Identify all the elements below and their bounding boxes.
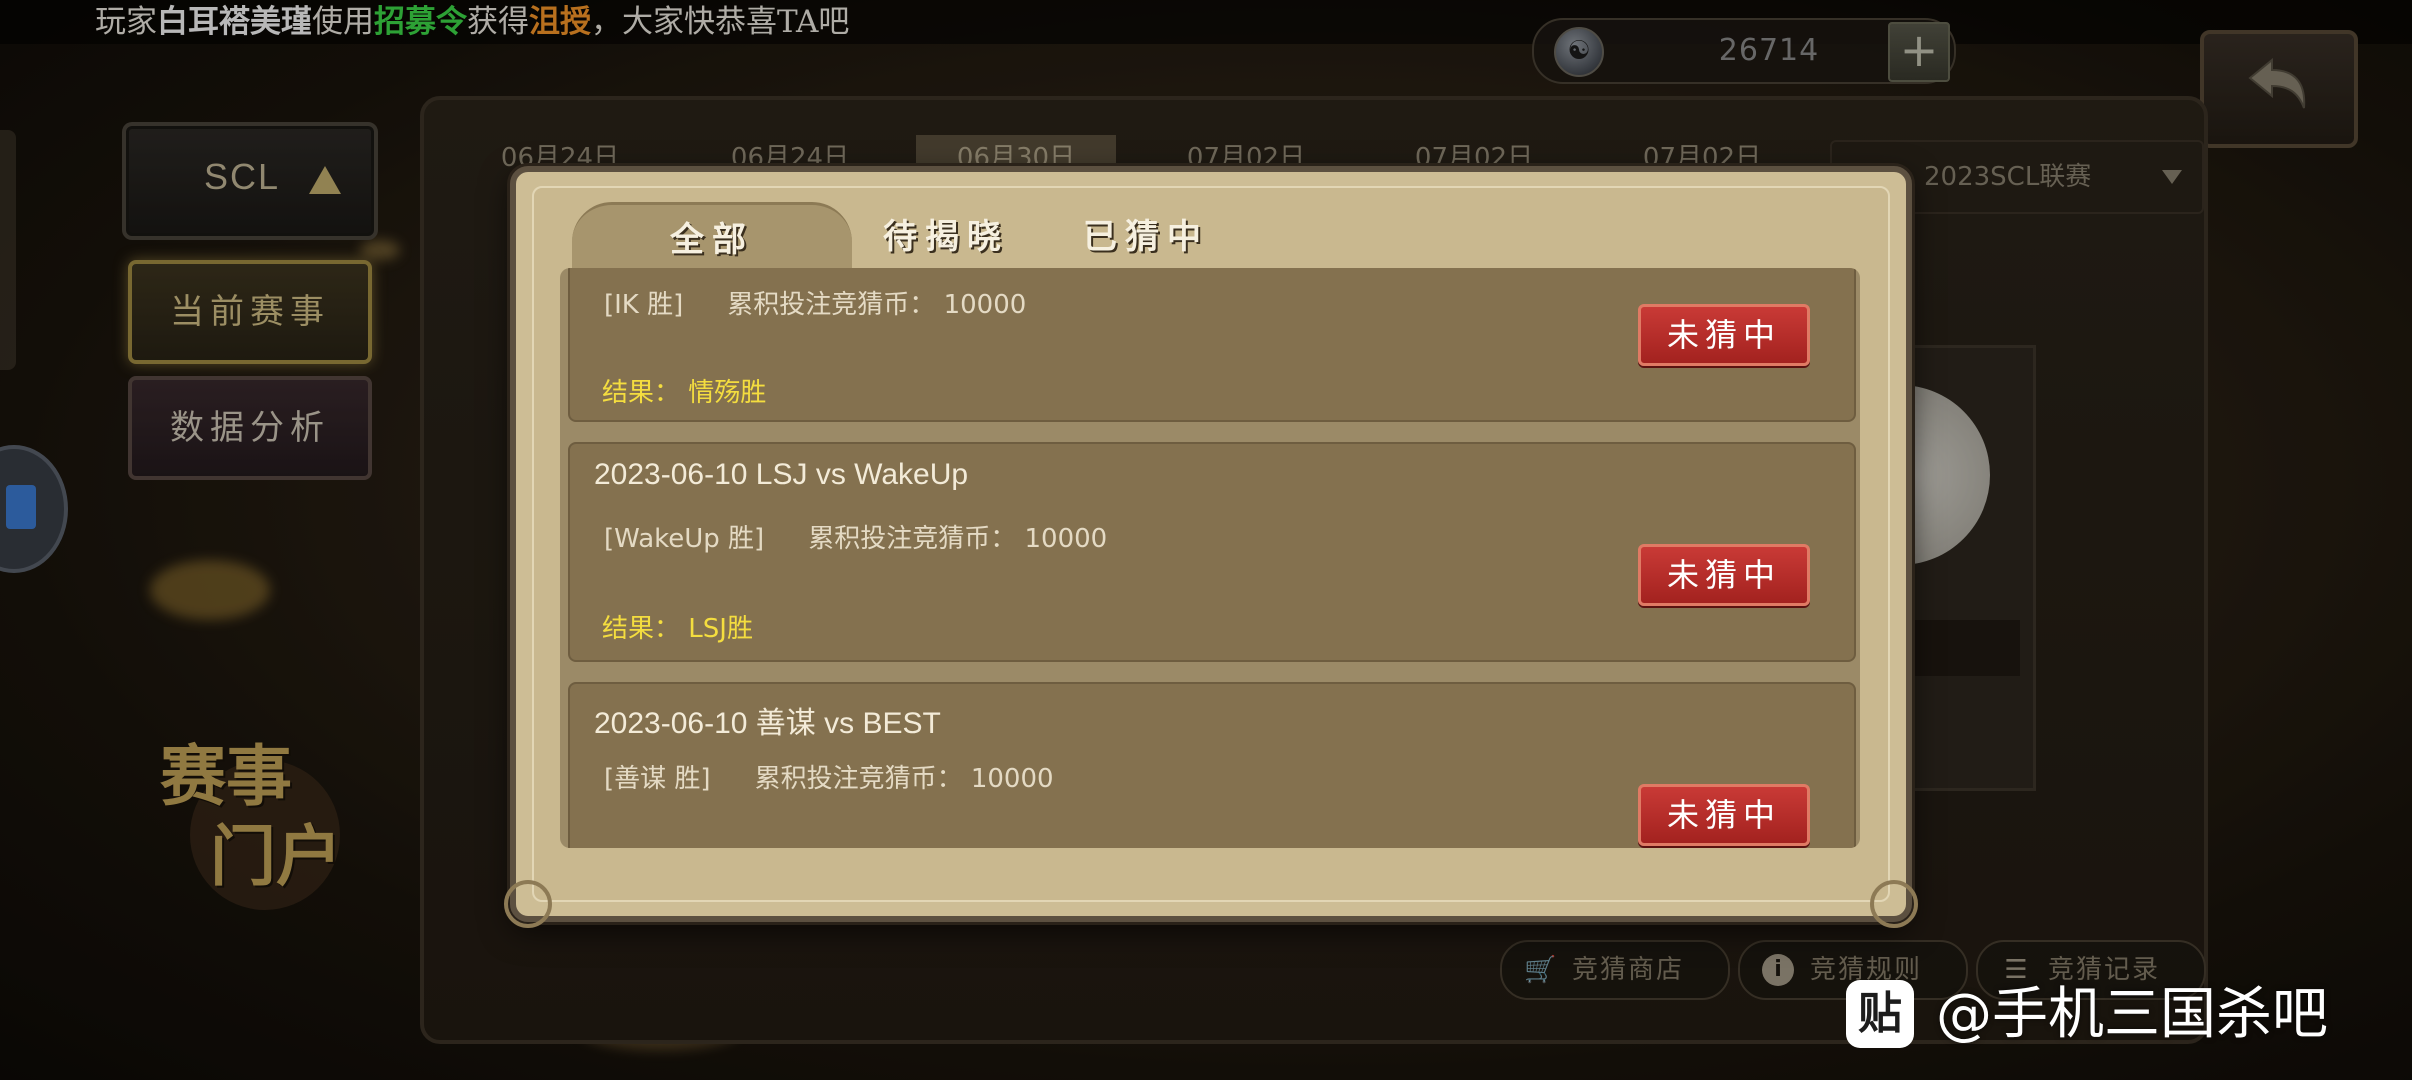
watermark-text: @手机三国杀吧 bbox=[1936, 982, 2328, 1047]
list-item: 2023-06-10 善谋 vs BEST [善谋 胜] 累积投注竞猜币： 100… bbox=[568, 682, 1856, 848]
bet-info: [IK 胜] 累积投注竞猜币： 10000 bbox=[604, 290, 1027, 320]
match-title: 2023-06-10 LSJ vs WakeUp bbox=[594, 458, 969, 491]
match-title: 2023-06-10 善谋 vs BEST bbox=[594, 707, 941, 740]
bet-pick: [WakeUp 胜] bbox=[604, 524, 765, 554]
corner-ornament-icon bbox=[1870, 880, 1918, 928]
status-badge: 未猜中 bbox=[1638, 304, 1810, 366]
bet-amount: 10000 bbox=[1024, 524, 1108, 554]
tieba-logo-icon: 贴 bbox=[1846, 980, 1914, 1048]
record-tabs: 全部 待揭晓 已猜中 bbox=[516, 202, 1906, 275]
bet-info: [WakeUp 胜] 累积投注竞猜币： 10000 bbox=[604, 524, 1108, 554]
tab-all[interactable]: 全部 bbox=[572, 202, 852, 275]
bet-pick: [善谋 胜] bbox=[604, 764, 711, 794]
list-item: 2023-06-10 LSJ vs WakeUp [WakeUp 胜] 累积投注竞… bbox=[568, 442, 1856, 662]
match-result: 结果： 情殇胜 bbox=[602, 378, 767, 408]
list-item: [IK 胜] 累积投注竞猜币： 10000 结果： 情殇胜 未猜中 bbox=[568, 268, 1856, 422]
bet-info: [善谋 胜] 累积投注竞猜币： 10000 bbox=[604, 764, 1054, 794]
corner-ornament-icon bbox=[504, 880, 552, 928]
bet-amount: 10000 bbox=[943, 290, 1027, 320]
bet-amount: 10000 bbox=[970, 764, 1054, 794]
tab-won[interactable]: 已猜中 bbox=[1046, 202, 1246, 272]
tab-pending[interactable]: 待揭晓 bbox=[846, 202, 1046, 272]
guess-record-dialog: 全部 待揭晓 已猜中 [IK 胜] 累积投注竞猜币： 10000 结果： 情殇胜 … bbox=[504, 166, 1918, 928]
status-badge: 未猜中 bbox=[1638, 784, 1810, 846]
status-badge: 未猜中 bbox=[1638, 544, 1810, 606]
match-result: 结果： LSJ胜 bbox=[602, 614, 753, 644]
record-list[interactable]: [IK 胜] 累积投注竞猜币： 10000 结果： 情殇胜 未猜中 2023-06… bbox=[560, 268, 1860, 848]
bet-pick: [IK 胜] bbox=[604, 290, 684, 320]
